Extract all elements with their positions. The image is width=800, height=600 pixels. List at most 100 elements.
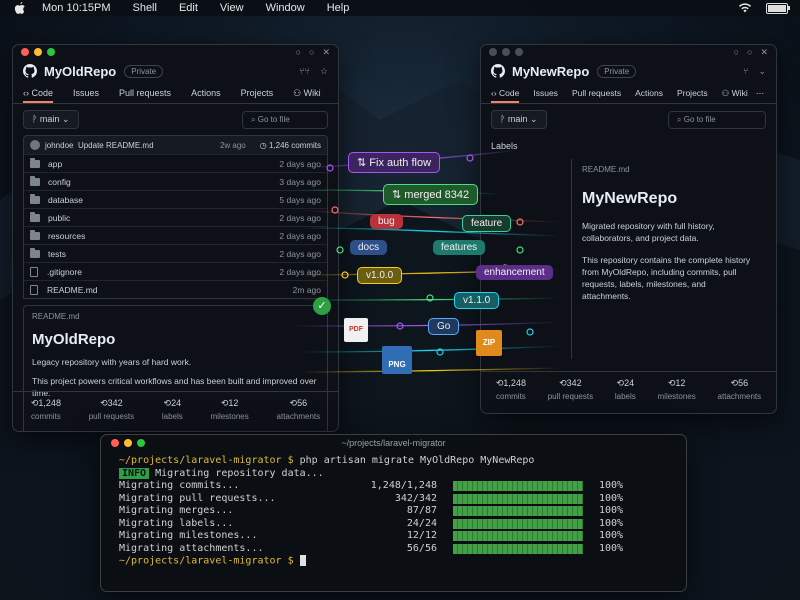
tab-code[interactable]: ‹› Code xyxy=(491,83,520,103)
tab-pull-requests[interactable]: Pull requests xyxy=(572,83,621,103)
tab-code[interactable]: ‹› Code xyxy=(23,83,54,103)
more-icon[interactable]: ⋯ xyxy=(756,88,765,99)
repo-name[interactable]: MyNewRepo xyxy=(512,64,589,79)
stat-number: 1,248 xyxy=(38,398,61,408)
battery-icon[interactable] xyxy=(766,2,790,14)
file-name[interactable]: app xyxy=(48,159,62,169)
tab-issues[interactable]: Issues xyxy=(73,83,99,103)
menu-edit[interactable]: Edit xyxy=(179,2,198,14)
stat-commits[interactable]: ⟲1,248 commits xyxy=(31,398,61,421)
file-name[interactable]: .gitignore xyxy=(47,267,82,277)
migration-count: 342/342 xyxy=(394,492,437,504)
commit-count[interactable]: 1,246 commits xyxy=(269,141,321,150)
go-to-file-input[interactable]: ⌕ Go to file xyxy=(668,110,766,129)
chevron-down-icon[interactable]: ⌄ xyxy=(758,66,766,77)
close-button[interactable] xyxy=(111,439,119,447)
wifi-icon[interactable] xyxy=(738,3,752,13)
fork-icon[interactable]: ⑂⑂ xyxy=(299,66,310,77)
maximize-button[interactable] xyxy=(137,439,145,447)
tab-projects[interactable]: Projects xyxy=(677,83,708,103)
file-name[interactable]: tests xyxy=(48,249,66,259)
file-name[interactable]: resources xyxy=(48,231,85,241)
repo-name[interactable]: MyOldRepo xyxy=(44,64,116,79)
stat-icon: ⟲ xyxy=(616,378,625,388)
zip-file-icon: ZIP xyxy=(476,330,502,356)
branch-selector[interactable]: ᚹ main ⌄ xyxy=(23,110,79,129)
file-row[interactable]: config 3 days ago xyxy=(24,172,327,190)
latest-commit[interactable]: johndoe Update README.md 2w ago ◷ 1,246 … xyxy=(23,135,328,154)
tab-actions[interactable]: Actions xyxy=(191,83,221,103)
progress-bar xyxy=(453,543,583,554)
menu-shell[interactable]: Shell xyxy=(132,2,156,14)
readme-paragraph: Legacy repository with years of hard wor… xyxy=(32,357,192,367)
readme-title: MyOldRepo xyxy=(32,331,116,348)
menu-window[interactable]: Window xyxy=(266,2,305,14)
stat-labels[interactable]: ⟲24 labels xyxy=(615,378,636,401)
repo-stats: ⟲1,248 commits ⟲342 pull requests ⟲24 labels ⟲… xyxy=(13,391,338,427)
tab-issues[interactable]: Issues xyxy=(533,83,558,103)
tab-wiki[interactable]: ⚇ Wiki xyxy=(722,83,748,103)
progress-bar xyxy=(453,506,583,517)
terminal-output[interactable]: ~/projects/laravel-migrator $ php artisa… xyxy=(101,451,686,572)
close-button[interactable] xyxy=(21,48,29,56)
stat-icon: ⟲ xyxy=(559,378,567,388)
file-row[interactable]: resources 2 days ago xyxy=(24,226,327,244)
file-list: app 2 days ago config 3 days ago database 5 d… xyxy=(23,154,328,299)
file-name[interactable]: database xyxy=(48,195,83,205)
stat-milestones[interactable]: ⟲12 milestones xyxy=(658,378,696,401)
go-to-file-input[interactable]: ⌕ Go to file xyxy=(242,110,328,129)
tab-pull-requests[interactable]: Pull requests xyxy=(119,83,171,103)
fork-icon[interactable]: ⑂ xyxy=(743,66,748,77)
info-text: Migrating repository data... xyxy=(155,467,324,479)
branch-selector[interactable]: ᚹ main ⌄ xyxy=(491,110,547,129)
commit-author[interactable]: johndoe xyxy=(45,141,73,150)
menu-view[interactable]: View xyxy=(220,2,244,14)
apple-icon[interactable] xyxy=(14,1,26,15)
stat-labels[interactable]: ⟲24 labels xyxy=(162,398,183,421)
tab-actions[interactable]: Actions xyxy=(635,83,663,103)
close-icon[interactable]: ✕ xyxy=(760,47,768,58)
minimize-button[interactable] xyxy=(124,439,132,447)
maximize-button[interactable] xyxy=(47,48,55,56)
commit-message[interactable]: Update README.md xyxy=(78,141,154,150)
stat-attachments[interactable]: ⟲56 attachments xyxy=(718,378,762,401)
circle-icon[interactable]: ○ xyxy=(734,47,739,58)
tab-wiki[interactable]: ⚇ Wiki xyxy=(293,83,321,103)
close-icon[interactable]: ✕ xyxy=(322,47,330,58)
file-row[interactable]: README.md 2m ago xyxy=(24,280,327,298)
file-name[interactable]: config xyxy=(48,177,71,187)
file-row[interactable]: app 2 days ago xyxy=(24,154,327,172)
stat-label: attachments xyxy=(276,412,321,421)
file-row[interactable]: public 2 days ago xyxy=(24,208,327,226)
progress-bar xyxy=(453,531,583,542)
menu-help[interactable]: Help xyxy=(327,2,350,14)
stat-commits[interactable]: ⟲1,248 commits xyxy=(496,378,526,401)
branch-icon: ᚹ xyxy=(32,114,38,124)
file-name[interactable]: README.md xyxy=(47,285,98,295)
stat-pull-requests[interactable]: ⟲342 pull requests xyxy=(89,398,134,421)
readme-label: README.md xyxy=(582,165,630,174)
file-age: 2 days ago xyxy=(279,230,321,241)
star-icon[interactable]: ☆ xyxy=(320,66,328,77)
close-button[interactable] xyxy=(489,48,497,56)
minimize-button[interactable] xyxy=(502,48,510,56)
stat-attachments[interactable]: ⟲56 attachments xyxy=(277,398,321,421)
file-row[interactable]: .gitignore 2 days ago xyxy=(24,262,327,280)
file-row[interactable]: tests 2 days ago xyxy=(24,244,327,262)
circle-icon[interactable]: ○ xyxy=(747,47,752,58)
stat-value: ⟲24 xyxy=(615,378,636,389)
stat-milestones[interactable]: ⟲12 milestones xyxy=(211,398,249,421)
menubar-clock: Mon 10:15PM xyxy=(42,2,111,14)
readme-label: README.md xyxy=(32,312,80,321)
stat-pull-requests[interactable]: ⟲342 pull requests xyxy=(548,378,593,401)
file-row[interactable]: database 5 days ago xyxy=(24,190,327,208)
file-name[interactable]: public xyxy=(48,213,70,223)
github-icon xyxy=(491,64,505,78)
maximize-button[interactable] xyxy=(515,48,523,56)
circle-icon[interactable]: ○ xyxy=(309,47,314,58)
migration-label: Migrating pull requests... xyxy=(119,492,276,504)
labels-header[interactable]: Labels xyxy=(491,141,766,151)
circle-icon[interactable]: ○ xyxy=(296,47,301,58)
tab-projects[interactable]: Projects xyxy=(241,83,274,103)
minimize-button[interactable] xyxy=(34,48,42,56)
